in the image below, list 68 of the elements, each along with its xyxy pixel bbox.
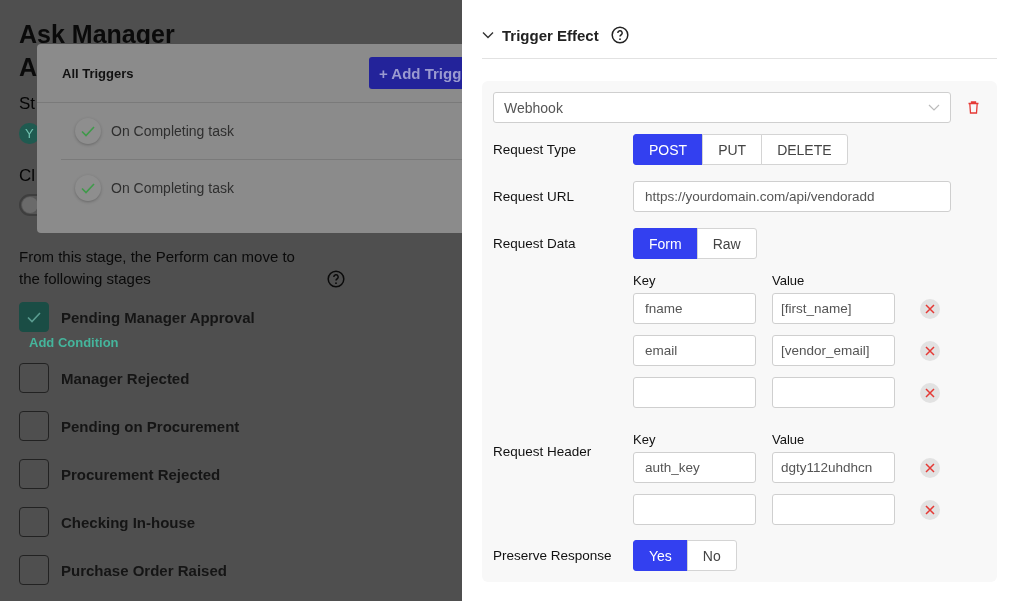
checkbox[interactable] (19, 363, 49, 393)
help-icon[interactable] (610, 26, 629, 44)
close-icon (925, 504, 935, 515)
check-icon (81, 125, 95, 137)
instruction-text: From this stage, the Perform can move to the following stages (19, 247, 296, 289)
add-trigger-button[interactable]: + Add Trigg (369, 57, 462, 89)
stage-label: Purchase Order Raised (61, 561, 227, 579)
stage-label: Procurement Rejected (61, 465, 221, 483)
stage-label: Checking In-house (61, 513, 196, 531)
key-field[interactable] (633, 494, 756, 525)
value-field[interactable] (772, 494, 895, 525)
field-label: Request Data (493, 236, 577, 251)
trash-icon[interactable] (968, 101, 979, 114)
column-heading: Value (772, 432, 806, 447)
chevron-icon (928, 104, 940, 111)
close-icon (925, 462, 935, 473)
trigger-label: On Completing task (111, 123, 234, 139)
remove-button[interactable] (920, 457, 940, 478)
stage-label: Manager Rejected (61, 369, 190, 387)
value-field[interactable]: [first_name] (772, 293, 895, 324)
trigger-label: On Completing task (111, 180, 234, 196)
remove-button[interactable] (920, 340, 940, 361)
field-label: Request Type (493, 142, 578, 157)
segment-option[interactable]: Raw (696, 228, 757, 259)
url-field[interactable]: https://yourdomain.com/api/vendoradd (633, 181, 951, 212)
field-label: Preserve Response (493, 548, 613, 563)
close-icon (925, 345, 935, 356)
check-icon (27, 311, 41, 323)
checkbox[interactable] (19, 411, 49, 441)
checkbox[interactable] (19, 555, 49, 585)
segment-option[interactable]: Yes (633, 540, 688, 571)
dialog-title: All Triggers (62, 65, 134, 81)
page-title: A (19, 52, 38, 83)
key-field[interactable]: email (633, 335, 756, 366)
key-field[interactable] (633, 377, 756, 408)
segment-option[interactable]: Form (633, 228, 698, 259)
section-title: Trigger Effect (502, 26, 599, 44)
remove-button[interactable] (920, 298, 940, 319)
segment-option[interactable]: PUT (702, 134, 763, 165)
segment-option[interactable]: DELETE (761, 134, 848, 165)
check-icon (81, 182, 95, 194)
type-dropdown[interactable]: Webhook (493, 92, 951, 123)
key-field[interactable]: fname (633, 293, 756, 324)
stage-chip: Y (19, 123, 40, 144)
field-label: Request URL (493, 189, 576, 204)
remove-button[interactable] (920, 499, 940, 520)
key-field[interactable]: auth_key (633, 452, 756, 483)
column-heading: Key (633, 432, 657, 447)
close-icon (925, 303, 935, 314)
value-field[interactable]: dgty112uhdhcn (772, 452, 895, 483)
value-field[interactable] (772, 377, 895, 408)
page-title: Ask Manager (19, 19, 175, 50)
stage-label: Pending on Procurement (61, 417, 240, 435)
segment-option[interactable]: POST (633, 134, 704, 165)
checkbox[interactable] (19, 459, 49, 489)
stage-label: Pending Manager Approval (61, 308, 255, 326)
chevron-icon[interactable] (482, 31, 494, 39)
checkbox[interactable] (19, 302, 49, 332)
segment-option[interactable]: No (686, 540, 737, 571)
checkbox[interactable] (19, 507, 49, 537)
field-label: St (19, 94, 36, 114)
field-label: Cl (19, 166, 36, 186)
remove-button[interactable] (920, 382, 940, 403)
close-icon (925, 387, 935, 398)
column-heading: Key (633, 273, 657, 288)
column-heading: Value (772, 273, 806, 288)
value-field[interactable]: [vendor_email] (772, 335, 895, 366)
field-label: Request Header (493, 444, 593, 461)
